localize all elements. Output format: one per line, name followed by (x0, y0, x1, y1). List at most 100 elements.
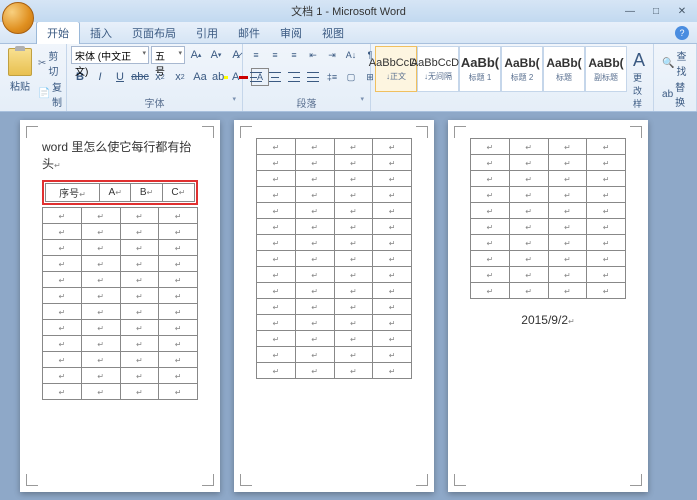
table-cell[interactable]: ↵ (373, 315, 412, 331)
table-cell[interactable]: ↵ (587, 251, 626, 267)
table-cell[interactable]: ↵ (159, 256, 198, 272)
table-cell[interactable]: ↵ (587, 171, 626, 187)
table-cell[interactable]: ↵ (257, 363, 296, 379)
table-cell[interactable]: ↵ (295, 251, 334, 267)
table-cell[interactable]: ↵ (43, 272, 82, 288)
table-cell[interactable]: ↵ (120, 352, 159, 368)
style-normal[interactable]: AaBbCcDd↓正文 (375, 46, 417, 92)
table-cell[interactable]: ↵ (120, 224, 159, 240)
table-cell[interactable]: ↵ (587, 203, 626, 219)
table-cell[interactable]: ↵ (334, 203, 373, 219)
table-cell[interactable]: ↵ (159, 320, 198, 336)
font-name-combo[interactable]: 宋体 (中文正文) (71, 46, 149, 64)
table-cell[interactable]: ↵ (471, 139, 510, 155)
table-cell[interactable]: ↵ (295, 203, 334, 219)
table-cell[interactable]: ↵ (43, 384, 82, 400)
table-cell[interactable]: ↵ (334, 267, 373, 283)
align-center-button[interactable] (266, 68, 284, 86)
table-cell[interactable]: ↵ (159, 336, 198, 352)
table-cell[interactable]: ↵ (548, 139, 587, 155)
align-left-button[interactable] (247, 68, 265, 86)
table-cell[interactable]: ↵ (43, 320, 82, 336)
table-cell[interactable]: ↵ (43, 224, 82, 240)
table-cell[interactable]: ↵ (159, 304, 198, 320)
table-cell[interactable]: ↵ (334, 219, 373, 235)
table-cell[interactable]: ↵ (120, 256, 159, 272)
header-cell[interactable]: B↵ (131, 184, 162, 202)
table-cell[interactable]: ↵ (43, 352, 82, 368)
table-cell[interactable]: ↵ (257, 219, 296, 235)
table-cell[interactable]: ↵ (295, 139, 334, 155)
table-cell[interactable]: ↵ (509, 251, 548, 267)
table-cell[interactable]: ↵ (295, 187, 334, 203)
tab-mail[interactable]: 邮件 (228, 22, 270, 44)
table-cell[interactable]: ↵ (295, 235, 334, 251)
table-cell[interactable]: ↵ (373, 155, 412, 171)
table-cell[interactable]: ↵ (43, 256, 82, 272)
tab-start[interactable]: 开始 (36, 21, 80, 44)
change-case-button[interactable]: Aa (191, 68, 209, 86)
table-cell[interactable]: ↵ (471, 219, 510, 235)
table-cell[interactable]: ↵ (373, 267, 412, 283)
table-cell[interactable]: ↵ (334, 251, 373, 267)
table-cell[interactable]: ↵ (471, 283, 510, 299)
table-cell[interactable]: ↵ (257, 251, 296, 267)
table-cell[interactable]: ↵ (81, 368, 120, 384)
table-cell[interactable]: ↵ (43, 240, 82, 256)
minimize-button[interactable]: — (619, 4, 641, 18)
align-right-button[interactable] (285, 68, 303, 86)
document-area[interactable]: word 里怎么使它每行都有抬头↵ 序号↵ A↵ B↵ C↵ ↵↵↵↵↵↵↵↵↵… (0, 112, 697, 500)
bullets-button[interactable]: ≡ (247, 46, 265, 64)
table-cell[interactable]: ↵ (471, 187, 510, 203)
help-icon[interactable]: ? (675, 26, 689, 40)
table-cell[interactable]: ↵ (509, 267, 548, 283)
table-cell[interactable]: ↵ (334, 299, 373, 315)
table-cell[interactable]: ↵ (334, 363, 373, 379)
table-cell[interactable]: ↵ (471, 251, 510, 267)
table-cell[interactable]: ↵ (43, 368, 82, 384)
font-size-combo[interactable]: 五号 (151, 46, 185, 64)
table-cell[interactable]: ↵ (81, 304, 120, 320)
table-cell[interactable]: ↵ (548, 187, 587, 203)
table-cell[interactable]: ↵ (43, 304, 82, 320)
table-cell[interactable]: ↵ (257, 235, 296, 251)
table-cell[interactable]: ↵ (159, 224, 198, 240)
table-cell[interactable]: ↵ (334, 171, 373, 187)
table-cell[interactable]: ↵ (471, 155, 510, 171)
table-cell[interactable]: ↵ (81, 336, 120, 352)
table-cell[interactable]: ↵ (159, 352, 198, 368)
table-cell[interactable]: ↵ (257, 267, 296, 283)
italic-button[interactable]: I (91, 68, 109, 86)
table-cell[interactable]: ↵ (373, 283, 412, 299)
highlight-button[interactable]: ab (211, 68, 229, 86)
header-cell[interactable]: C↵ (162, 184, 194, 202)
table-cell[interactable]: ↵ (159, 240, 198, 256)
tab-references[interactable]: 引用 (186, 22, 228, 44)
justify-button[interactable] (304, 68, 322, 86)
table-cell[interactable]: ↵ (471, 203, 510, 219)
table-cell[interactable]: ↵ (257, 203, 296, 219)
table-cell[interactable]: ↵ (334, 331, 373, 347)
table-cell[interactable]: ↵ (81, 208, 120, 224)
table-cell[interactable]: ↵ (587, 187, 626, 203)
table-cell[interactable]: ↵ (548, 203, 587, 219)
table-cell[interactable]: ↵ (587, 219, 626, 235)
table-cell[interactable]: ↵ (159, 384, 198, 400)
header-cell[interactable]: A↵ (100, 184, 131, 202)
table-cell[interactable]: ↵ (334, 315, 373, 331)
tab-layout[interactable]: 页面布局 (122, 22, 186, 44)
table-cell[interactable]: ↵ (120, 272, 159, 288)
table-cell[interactable]: ↵ (548, 283, 587, 299)
table-cell[interactable]: ↵ (295, 171, 334, 187)
table-cell[interactable]: ↵ (509, 235, 548, 251)
table-cell[interactable]: ↵ (159, 368, 198, 384)
table-cell[interactable]: ↵ (548, 251, 587, 267)
table-cell[interactable]: ↵ (257, 299, 296, 315)
shrink-font-button[interactable]: A▾ (207, 46, 225, 64)
table-cell[interactable]: ↵ (373, 139, 412, 155)
table-cell[interactable]: ↵ (509, 203, 548, 219)
table-cell[interactable]: ↵ (257, 283, 296, 299)
underline-button[interactable]: U (111, 68, 129, 86)
line-spacing-button[interactable]: ‡≡ (323, 68, 341, 86)
table-cell[interactable]: ↵ (295, 315, 334, 331)
